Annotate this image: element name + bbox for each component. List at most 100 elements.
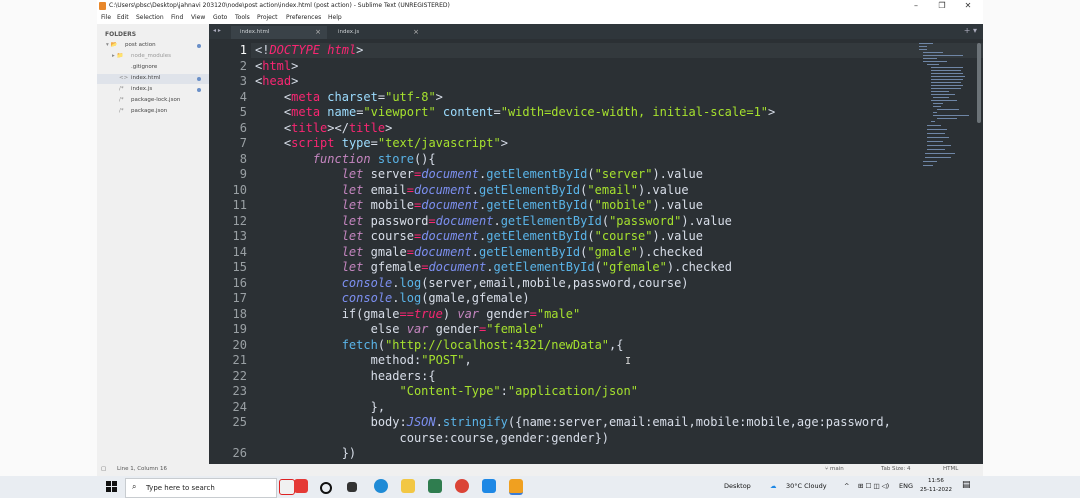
input-language[interactable]: ENG [899, 482, 913, 490]
folders-heading: FOLDERS [105, 31, 137, 38]
mail-icon[interactable] [482, 479, 496, 493]
minimap-line [919, 49, 927, 50]
tab-index-html[interactable]: index.html × [231, 26, 327, 39]
modified-dot-icon [197, 77, 201, 81]
tab-close-icon[interactable]: × [315, 28, 321, 36]
menu-preferences[interactable]: Preferences [286, 14, 321, 21]
weather-text[interactable]: 30°C Cloudy [786, 482, 827, 490]
menu-selection[interactable]: Selection [136, 14, 164, 21]
minimap[interactable] [919, 39, 973, 464]
sidebar-item-gitignore[interactable]: .gitignore [97, 63, 209, 73]
sidebar-item-node-modules[interactable]: ▸ 📁 node_modules [97, 52, 209, 62]
menu-help[interactable]: Help [328, 14, 342, 21]
notification-center-icon[interactable]: ▤ [962, 480, 971, 490]
store-icon[interactable] [428, 479, 442, 493]
menu-edit[interactable]: Edit [117, 14, 129, 21]
line-number: 18 [232, 306, 247, 321]
desktop-toolbar-label[interactable]: Desktop [724, 482, 751, 490]
code-line: "Content-Type":"application/json" [399, 384, 638, 398]
tab-label: index.html [240, 29, 270, 35]
task-view-icon[interactable] [347, 482, 357, 492]
js-file-icon: /* [119, 86, 124, 92]
tab-size[interactable]: Tab Size: 4 [881, 466, 910, 472]
clock-date[interactable]: 25-11-2022 [920, 487, 952, 493]
minimap-line [933, 112, 937, 113]
taskbar-search[interactable]: ⌕ Type here to search [125, 478, 277, 498]
vertical-scrollbar[interactable] [977, 43, 981, 123]
tab-label: index.js [338, 29, 360, 35]
line-number: 15 [232, 260, 247, 274]
line-number: 12 [232, 213, 247, 228]
minimap-line [931, 85, 963, 86]
line-number: 26 [232, 446, 247, 460]
minimap-line [923, 165, 933, 166]
line-number: 7 [239, 136, 247, 150]
gift-app-icon[interactable] [294, 479, 308, 493]
tray-chevron-icon[interactable]: ^ [844, 482, 849, 490]
file-explorer-icon[interactable] [401, 479, 415, 493]
sublime-taskbar-icon[interactable] [509, 479, 523, 495]
git-branch[interactable]: ⑂ main [825, 466, 844, 472]
status-panel-icon[interactable]: ▢ [101, 466, 106, 472]
minimap-line [927, 137, 949, 138]
minimap-line [927, 141, 943, 142]
menu-find[interactable]: Find [171, 14, 183, 21]
code-line: <html> [255, 58, 299, 73]
title-bar: C:\Users\pbsc\Desktop\jahnavi 203120\nod… [97, 0, 983, 13]
code-line: course:course,gender:gender}) [399, 430, 610, 445]
sidebar-item-post-action[interactable]: ▾ 📂 post action [97, 41, 209, 51]
sidebar-item-package-json[interactable]: /* package.json [97, 107, 209, 117]
line-number: 8 [239, 151, 247, 166]
sidebar-item-package-lock[interactable]: /* package-lock.json [97, 96, 209, 106]
tab-index-js[interactable]: index.js × [329, 26, 425, 39]
modified-dot-icon [197, 44, 201, 48]
sidebar-item-label: package.json [131, 108, 168, 114]
minimap-line [927, 64, 939, 65]
close-button[interactable]: ✕ [955, 0, 981, 13]
new-tab-icon[interactable]: + ▾ [964, 26, 977, 35]
minimap-line [933, 103, 943, 104]
text-cursor-icon: I [625, 356, 632, 367]
line-number: 24 [232, 399, 247, 414]
minimize-button[interactable]: – [903, 0, 929, 13]
tray-icons[interactable]: ⊞ ☐ ◫ ◁) [858, 482, 889, 490]
minimap-line [923, 52, 943, 53]
cursor-position[interactable]: Line 1, Column 16 [117, 466, 167, 472]
line-number: 11 [232, 198, 247, 212]
code-area[interactable]: <!DOCTYPE html> <html> <head> <meta char… [255, 39, 891, 460]
sidebar-item-index-js[interactable]: /* index.js [97, 85, 209, 95]
menu-project[interactable]: Project [257, 14, 278, 21]
json-file-icon: /* [119, 97, 124, 103]
clock-app-icon[interactable] [279, 479, 295, 495]
minimap-line [925, 153, 955, 154]
sidebar-item-index-html[interactable]: <> index.html [97, 74, 209, 84]
code-line: let gfemale=document.getElementById("gfe… [341, 260, 732, 274]
windows-start-icon[interactable] [106, 481, 117, 492]
minimap-line [931, 100, 957, 101]
line-number: 20 [232, 337, 247, 352]
syntax-mode[interactable]: HTML [943, 466, 958, 472]
minimap-line [937, 109, 959, 110]
code-line: function store(){ [312, 151, 436, 166]
code-line: }, [370, 399, 386, 414]
menu-file[interactable]: File [101, 14, 111, 21]
menu-tools[interactable]: Tools [235, 14, 250, 21]
edge-browser-icon[interactable] [374, 479, 388, 493]
line-number: 16 [232, 275, 247, 290]
restore-button[interactable]: ❐ [929, 0, 955, 13]
menu-goto[interactable]: Goto [213, 14, 227, 21]
clock-time[interactable]: 11:56 [928, 478, 944, 484]
code-editor[interactable]: 1 2 3 4 5 6 7 8 9 10 11 12 13 14 15 16 1… [209, 39, 983, 464]
cortana-icon[interactable] [320, 482, 332, 494]
code-line: <meta charset="utf-8"> [283, 89, 443, 104]
code-line: else var gender="female" [370, 322, 545, 336]
chrome-browser-icon[interactable] [455, 479, 469, 493]
code-line: console.log(gmale,gfemale) [341, 291, 530, 305]
line-number: 9 [239, 167, 247, 181]
menu-view[interactable]: View [191, 14, 205, 21]
line-number: 13 [232, 229, 247, 243]
line-number: 17 [232, 291, 247, 305]
tab-close-icon[interactable]: × [413, 28, 419, 36]
tab-nav-arrows-icon[interactable]: ◂ ▸ [213, 27, 221, 34]
minimap-line [931, 121, 935, 122]
